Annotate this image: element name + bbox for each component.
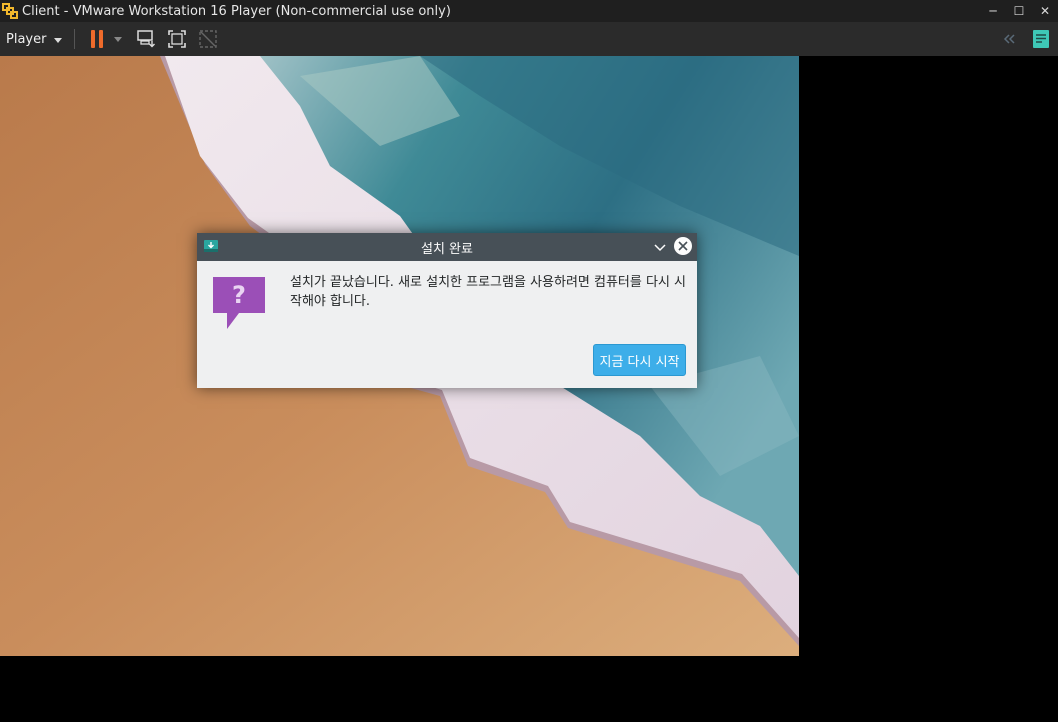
maximize-button[interactable]: ☐ <box>1006 0 1032 22</box>
dialog-title: 설치 완료 <box>421 241 473 257</box>
fullscreen-button[interactable] <box>163 24 191 54</box>
svg-text:?: ? <box>232 281 246 309</box>
window-title: Client - VMware Workstation 16 Player (N… <box>22 3 451 19</box>
send-ctrl-alt-del-button[interactable] <box>132 24 160 54</box>
message-log-button[interactable] <box>1027 24 1055 54</box>
close-button[interactable]: ✕ <box>1032 0 1058 22</box>
double-chevron-left-icon <box>1003 34 1015 44</box>
vmware-titlebar: Client - VMware Workstation 16 Player (N… <box>0 0 1058 22</box>
player-menu-label: Player <box>6 31 47 47</box>
fullscreen-icon <box>168 30 187 48</box>
question-icon: ? <box>213 277 265 329</box>
minimize-button[interactable]: ─ <box>980 0 1006 22</box>
player-toolbar: Player <box>0 22 1058 56</box>
restart-now-button[interactable]: 지금 다시 시작 <box>593 344 686 376</box>
dialog-titlebar[interactable]: 설치 완료 <box>197 233 697 261</box>
player-menu-button[interactable]: Player <box>0 22 68 56</box>
unity-icon <box>199 30 218 48</box>
close-icon <box>678 241 688 251</box>
vmware-app-icon <box>2 3 18 19</box>
guest-display[interactable]: 설치 완료 ? 설치가 끝났습니다. 새로 설치한 프로그램을 사용하려면 컴퓨… <box>0 56 799 656</box>
collapse-toolbar-button[interactable] <box>996 24 1024 54</box>
unity-button[interactable] <box>194 24 222 54</box>
installer-icon <box>204 240 218 252</box>
pause-button[interactable] <box>83 24 111 54</box>
notes-icon <box>1033 30 1049 48</box>
send-keys-icon <box>137 30 156 48</box>
dialog-message: 설치가 끝났습니다. 새로 설치한 프로그램을 사용하려면 컴퓨터를 다시 시작… <box>290 275 686 309</box>
pause-icon <box>89 30 105 48</box>
dialog-close-button[interactable] <box>674 237 692 255</box>
install-complete-dialog: 설치 완료 ? 설치가 끝났습니다. 새로 설치한 프로그램을 사용하려면 컴퓨… <box>197 233 697 388</box>
chevron-down-icon <box>54 37 63 43</box>
power-options-dropdown-icon[interactable] <box>114 36 123 42</box>
dialog-body: ? 설치가 끝났습니다. 새로 설치한 프로그램을 사용하려면 컴퓨터를 다시 … <box>197 261 697 388</box>
chevron-down-icon[interactable] <box>651 238 669 256</box>
toolbar-divider <box>74 29 76 49</box>
